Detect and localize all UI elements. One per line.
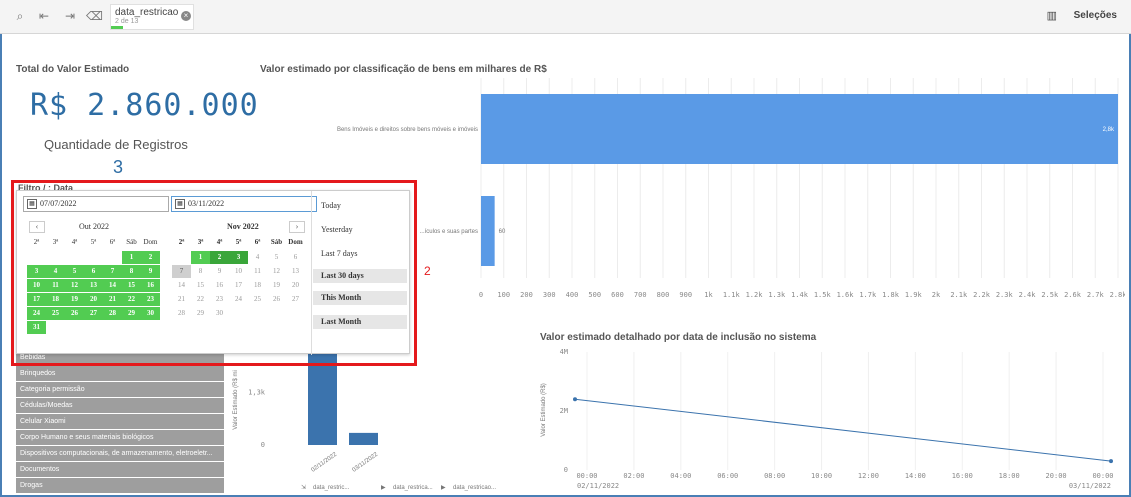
chevron-right-icon: ▶: [381, 485, 386, 491]
category-list-item[interactable]: Categoria permissão: [16, 382, 224, 398]
line-chart-title: Valor estimado detalhado por data de inc…: [540, 332, 817, 343]
x-tick-label: 02:00: [623, 472, 644, 480]
records-value: 3: [113, 157, 124, 177]
category-label: Bens Imóveis e direitos sobre bens móvei…: [337, 127, 478, 133]
x-tick-label: 06:00: [717, 472, 738, 480]
y-axis-label: Valor Estimado (R$): [541, 383, 547, 437]
y-tick-label: 0: [261, 441, 265, 449]
data-label: 60: [499, 229, 506, 235]
x-tick-label: 100: [497, 291, 510, 299]
x-tick-label: 04:00: [670, 472, 691, 480]
x-tick-label: 1.4k: [791, 291, 809, 299]
x-tick-label: 300: [543, 291, 556, 299]
x-tick-label: 2.3k: [996, 291, 1014, 299]
selections-icon[interactable]: ▥: [1047, 9, 1057, 22]
step-forward-icon[interactable]: ⇥: [62, 8, 78, 24]
x-tick-label: 1k: [704, 291, 713, 299]
chevron-right-icon: ▶: [441, 485, 446, 491]
x-tick-label: 16:00: [952, 472, 973, 480]
x-date-label: 03/11/2022: [1069, 482, 1111, 490]
step-back-icon[interactable]: ⇤: [36, 8, 52, 24]
x-tick-label: 1.3k: [768, 291, 786, 299]
x-tick-label: 00:00: [1092, 472, 1113, 480]
x-tick-label: 02/11/2022: [310, 451, 338, 473]
x-tick-label: 1.5k: [814, 291, 832, 299]
x-tick-label: 900: [679, 291, 692, 299]
clear-selections-icon[interactable]: ⌫: [86, 8, 103, 24]
x-tick-label: 14:00: [905, 472, 926, 480]
data-point: [573, 397, 577, 402]
x-tick-label: 2.2k: [973, 291, 991, 299]
category-list-item[interactable]: Dispositivos computacionais, de armazena…: [16, 446, 224, 462]
data-point: [1109, 459, 1113, 464]
selecoes-button[interactable]: Seleções: [1074, 10, 1117, 21]
x-tick-label: 1.2k: [746, 291, 764, 299]
x-date-label: 02/11/2022: [577, 482, 619, 490]
category-list-item[interactable]: Brinquedos: [16, 366, 224, 382]
data-label: 2,8k: [1103, 127, 1115, 133]
x-tick-label: 12:00: [858, 472, 879, 480]
category-list-item[interactable]: Celular Xiaomi: [16, 414, 224, 430]
category-list: Bebidas Brinquedos Categoria permissão Cédu…: [16, 350, 224, 494]
bar: [349, 432, 378, 445]
drilldown-breadcrumb: data_restricao...: [453, 485, 496, 491]
bar-chart-title: Valor estimado por classificação de bens…: [260, 64, 547, 75]
x-tick-label: 2.4k: [1019, 291, 1037, 299]
x-tick-label: 08:00: [764, 472, 785, 480]
x-tick-label: 20:00: [1046, 472, 1067, 480]
x-tick-label: 10:00: [811, 472, 832, 480]
category-list-item[interactable]: Corpo Humano e seus materiais biológicos: [16, 430, 224, 446]
x-tick-label: 700: [634, 291, 647, 299]
x-tick-label: 2.8k: [1110, 291, 1125, 299]
selection-title: data_restricao: [115, 7, 179, 18]
category-list-item[interactable]: Documentos: [16, 462, 224, 478]
category-list-item[interactable]: Drogas: [16, 478, 224, 494]
highlight-box: [11, 180, 417, 366]
annotation-number: 2: [424, 264, 431, 278]
category-list-item[interactable]: Cédulas/Moedas: [16, 398, 224, 414]
x-tick-label: 2.7k: [1087, 291, 1105, 299]
line-chart[interactable]: Valor Estimado (R$) 0 2M 4M 00:00 02:00 04:00 0…: [535, 344, 1120, 496]
x-tick-label: 600: [611, 291, 624, 299]
x-tick-label: 1.6k: [837, 291, 855, 299]
x-tick-label: 2.6k: [1064, 291, 1082, 299]
kpi-title: Total do Valor Estimado: [16, 64, 130, 75]
selection-chip[interactable]: data_restricao 2 de 13 ×: [110, 4, 194, 30]
close-icon[interactable]: ×: [181, 11, 191, 21]
x-tick-label: 2.5k: [1041, 291, 1059, 299]
drilldown-breadcrumb: data_restric...: [313, 485, 350, 491]
x-tick-label: 800: [657, 291, 670, 299]
bar: [481, 196, 495, 266]
y-tick-label: 0: [564, 466, 568, 474]
x-tick-label: 2k: [932, 291, 941, 299]
drilldown-breadcrumb: data_restrica...: [393, 485, 433, 491]
bar: [481, 94, 1118, 164]
smart-search-icon[interactable]: ⌕: [12, 8, 28, 24]
x-tick-label: 400: [566, 291, 579, 299]
x-tick-label: 1.7k: [859, 291, 877, 299]
selection-count: 2 de 13: [115, 18, 139, 25]
y-tick-label: 1,3k: [248, 389, 266, 397]
x-tick-label: 03/11/2022: [351, 451, 379, 473]
x-tick-label: 1.8k: [882, 291, 900, 299]
series-line: [574, 398, 1112, 462]
drilldown-icon: ⇲: [301, 484, 306, 491]
y-tick-label: 2M: [560, 407, 568, 415]
x-tick-label: 00:00: [576, 472, 597, 480]
kpi-value: R$ 2.860.000: [30, 88, 259, 123]
x-tick-label: 1.1k: [723, 291, 741, 299]
toolbar: ⌕ ⇤ ⇥ ⌫ data_restricao 2 de 13 × ▥ Seleç…: [0, 0, 1131, 34]
x-tick-label: 18:00: [999, 472, 1020, 480]
x-tick-label: 500: [588, 291, 601, 299]
selection-progress: [111, 26, 123, 29]
category-label: ...ículos e suas partes: [420, 229, 478, 235]
x-tick-label: 0: [479, 291, 483, 299]
y-tick-label: 4M: [560, 348, 568, 356]
records-title: Quantidade de Registros: [44, 137, 188, 152]
x-tick-label: 2.1k: [950, 291, 968, 299]
x-tick-label: 1.9k: [905, 291, 923, 299]
y-axis-label: Valor Estimado (R$ mi: [233, 370, 239, 430]
x-tick-label: 200: [520, 291, 533, 299]
